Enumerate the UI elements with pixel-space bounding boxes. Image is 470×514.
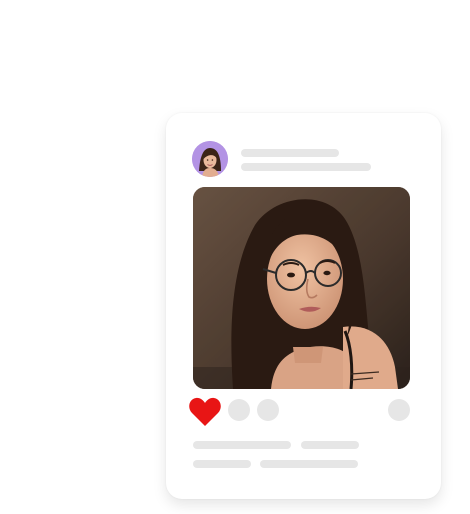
user-avatar-icon[interactable]: [192, 141, 228, 177]
caption-placeholder-3: [193, 460, 251, 468]
caption-placeholder-4: [260, 460, 358, 468]
heart-icon[interactable]: [188, 396, 222, 428]
username-placeholder: [241, 149, 339, 157]
share-button[interactable]: [257, 399, 279, 421]
bookmark-button[interactable]: [388, 399, 410, 421]
caption-placeholder-2: [301, 441, 359, 449]
caption-placeholder-1: [193, 441, 291, 449]
subtitle-placeholder: [241, 163, 371, 171]
post-card: [166, 113, 441, 499]
comment-button[interactable]: [228, 399, 250, 421]
portrait-photo[interactable]: [193, 187, 410, 389]
